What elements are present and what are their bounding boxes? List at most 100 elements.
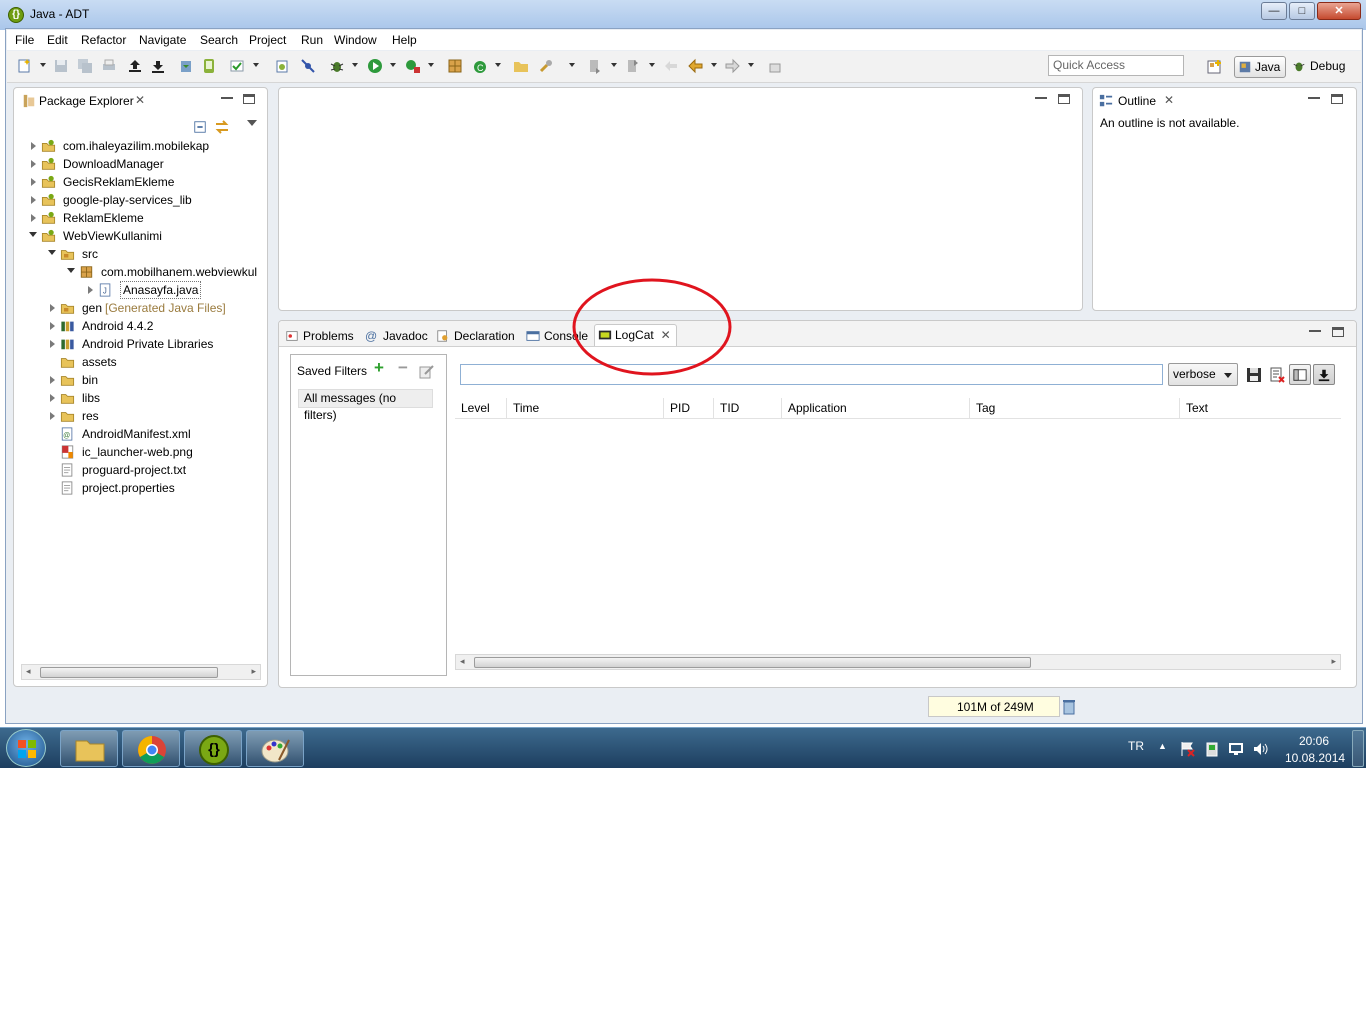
download-icon[interactable] bbox=[150, 58, 166, 74]
previous-annotation-icon[interactable] bbox=[625, 58, 641, 74]
menu-run[interactable]: Run bbox=[301, 33, 323, 47]
taskbar-chrome[interactable] bbox=[122, 730, 180, 767]
save-log-icon[interactable] bbox=[1246, 367, 1262, 383]
show-hidden-icons-icon[interactable]: ▲ bbox=[1158, 741, 1167, 751]
volume-icon[interactable] bbox=[1252, 741, 1268, 757]
tree-item[interactable]: libs bbox=[14, 389, 264, 407]
show-desktop-button[interactable] bbox=[1352, 730, 1364, 767]
collapsed-twisty-icon[interactable] bbox=[50, 340, 55, 348]
save-icon[interactable] bbox=[53, 58, 69, 74]
tree-item[interactable]: src bbox=[14, 245, 264, 263]
tree-item[interactable]: @ AndroidManifest.xml bbox=[14, 425, 264, 443]
tab-declaration[interactable]: Declaration bbox=[436, 326, 515, 346]
collapsed-twisty-icon[interactable] bbox=[50, 376, 55, 384]
skip-breakpoints-icon[interactable] bbox=[300, 58, 316, 74]
menu-project[interactable]: Project bbox=[249, 33, 286, 47]
close-button[interactable]: ✕ bbox=[1317, 2, 1361, 20]
sdk-manager-icon[interactable] bbox=[201, 58, 217, 74]
minimize-view-icon[interactable] bbox=[221, 95, 233, 99]
toggle-filters-button[interactable] bbox=[1289, 364, 1311, 385]
upload-icon[interactable] bbox=[127, 58, 143, 74]
pin-editor-icon[interactable] bbox=[767, 58, 783, 74]
new-icon[interactable] bbox=[17, 58, 33, 74]
tree-item[interactable]: Android Private Libraries bbox=[14, 335, 264, 353]
last-edit-icon[interactable] bbox=[663, 58, 679, 74]
run-icon[interactable] bbox=[367, 58, 383, 74]
network-icon[interactable] bbox=[1228, 741, 1244, 757]
tree-item[interactable]: DownloadManager bbox=[14, 155, 264, 173]
import-icon[interactable] bbox=[178, 58, 194, 74]
tree-item[interactable]: Android 4.4.2 bbox=[14, 317, 264, 335]
col-pid[interactable]: PID bbox=[664, 398, 714, 418]
tree-item[interactable]: com.ihaleyazilim.mobilekap bbox=[14, 137, 264, 155]
col-level[interactable]: Level bbox=[455, 398, 507, 418]
maximize-outline-icon[interactable] bbox=[1331, 94, 1343, 104]
maximize-button[interactable]: □ bbox=[1289, 2, 1315, 20]
log-level-select[interactable]: verbose bbox=[1168, 363, 1238, 386]
new-java-package-icon[interactable] bbox=[447, 58, 463, 74]
col-application[interactable]: Application bbox=[782, 398, 970, 418]
collapsed-twisty-icon[interactable] bbox=[88, 286, 93, 294]
maximize-view-icon[interactable] bbox=[243, 94, 255, 104]
minimize-button[interactable]: — bbox=[1261, 2, 1287, 20]
add-filter-icon[interactable]: + bbox=[374, 358, 384, 378]
scroll-lock-button[interactable] bbox=[1313, 364, 1335, 385]
collapsed-twisty-icon[interactable] bbox=[50, 394, 55, 402]
garbage-collect-icon[interactable] bbox=[1062, 699, 1076, 715]
tree-item[interactable]: bin bbox=[14, 371, 264, 389]
expanded-twisty-icon[interactable] bbox=[29, 232, 37, 237]
start-button[interactable] bbox=[6, 729, 46, 767]
collapsed-twisty-icon[interactable] bbox=[50, 322, 55, 330]
tree-item[interactable]: project.properties bbox=[14, 479, 264, 497]
perspective-java[interactable]: Java bbox=[1234, 56, 1286, 78]
col-tag[interactable]: Tag bbox=[970, 398, 1180, 418]
next-annotation-icon[interactable] bbox=[587, 58, 603, 74]
collapsed-twisty-icon[interactable] bbox=[31, 160, 36, 168]
back-icon[interactable] bbox=[687, 58, 703, 74]
open-perspective-icon[interactable] bbox=[1207, 59, 1223, 75]
tree-item[interactable]: J Anasayfa.java bbox=[14, 281, 264, 299]
new-class-icon[interactable]: C bbox=[472, 58, 488, 74]
close-outline-icon[interactable]: ✕ bbox=[1164, 93, 1174, 107]
clear-log-icon[interactable] bbox=[1269, 367, 1285, 383]
menu-help[interactable]: Help bbox=[392, 33, 417, 47]
save-all-icon[interactable] bbox=[77, 58, 93, 74]
minimize-editor-icon[interactable] bbox=[1035, 95, 1047, 99]
menu-file[interactable]: File bbox=[15, 33, 34, 47]
menu-navigate[interactable]: Navigate bbox=[139, 33, 186, 47]
collapsed-twisty-icon[interactable] bbox=[31, 214, 36, 222]
collapsed-twisty-icon[interactable] bbox=[50, 412, 55, 420]
tree-item[interactable]: com.mobilhanem.webviewkul bbox=[14, 263, 264, 281]
tab-javadoc[interactable]: @ Javadoc bbox=[365, 326, 428, 346]
col-text[interactable]: Text bbox=[1180, 398, 1341, 418]
tree-item[interactable]: proguard-project.txt bbox=[14, 461, 264, 479]
power-icon[interactable] bbox=[1204, 741, 1220, 757]
collapsed-twisty-icon[interactable] bbox=[31, 196, 36, 204]
logcat-horizontal-scrollbar[interactable]: ◂ ▸ bbox=[455, 654, 1341, 670]
remove-filter-icon[interactable]: − bbox=[398, 358, 408, 378]
tree-item[interactable]: WebViewKullanimi bbox=[14, 227, 264, 245]
clock-date[interactable]: 10.08.2014 bbox=[1285, 751, 1345, 765]
clock-time[interactable]: 20:06 bbox=[1299, 734, 1329, 748]
maximize-bottom-icon[interactable] bbox=[1332, 327, 1344, 337]
logcat-search-input[interactable] bbox=[460, 364, 1163, 385]
minimize-outline-icon[interactable] bbox=[1308, 95, 1320, 99]
quick-access-input[interactable]: Quick Access bbox=[1048, 55, 1184, 76]
debug-icon[interactable] bbox=[329, 58, 345, 74]
tree-item[interactable]: ReklamEkleme bbox=[14, 209, 264, 227]
open-type-icon[interactable] bbox=[513, 58, 529, 74]
collapse-all-icon[interactable] bbox=[193, 120, 207, 134]
minimize-bottom-icon[interactable] bbox=[1309, 328, 1321, 332]
collapsed-twisty-icon[interactable] bbox=[50, 304, 55, 312]
menu-search[interactable]: Search bbox=[200, 33, 238, 47]
col-tid[interactable]: TID bbox=[714, 398, 782, 418]
explorer-horizontal-scrollbar[interactable]: ◂ ▸ bbox=[21, 664, 261, 680]
tab-problems[interactable]: Problems bbox=[285, 326, 354, 346]
maximize-editor-icon[interactable] bbox=[1058, 94, 1070, 104]
col-time[interactable]: Time bbox=[507, 398, 664, 418]
tree-item[interactable]: GecisReklamEkleme bbox=[14, 173, 264, 191]
menu-window[interactable]: Window bbox=[334, 33, 377, 47]
edit-filter-icon[interactable] bbox=[419, 363, 435, 379]
taskbar-adt[interactable]: {} bbox=[184, 730, 242, 767]
collapsed-twisty-icon[interactable] bbox=[31, 142, 36, 150]
